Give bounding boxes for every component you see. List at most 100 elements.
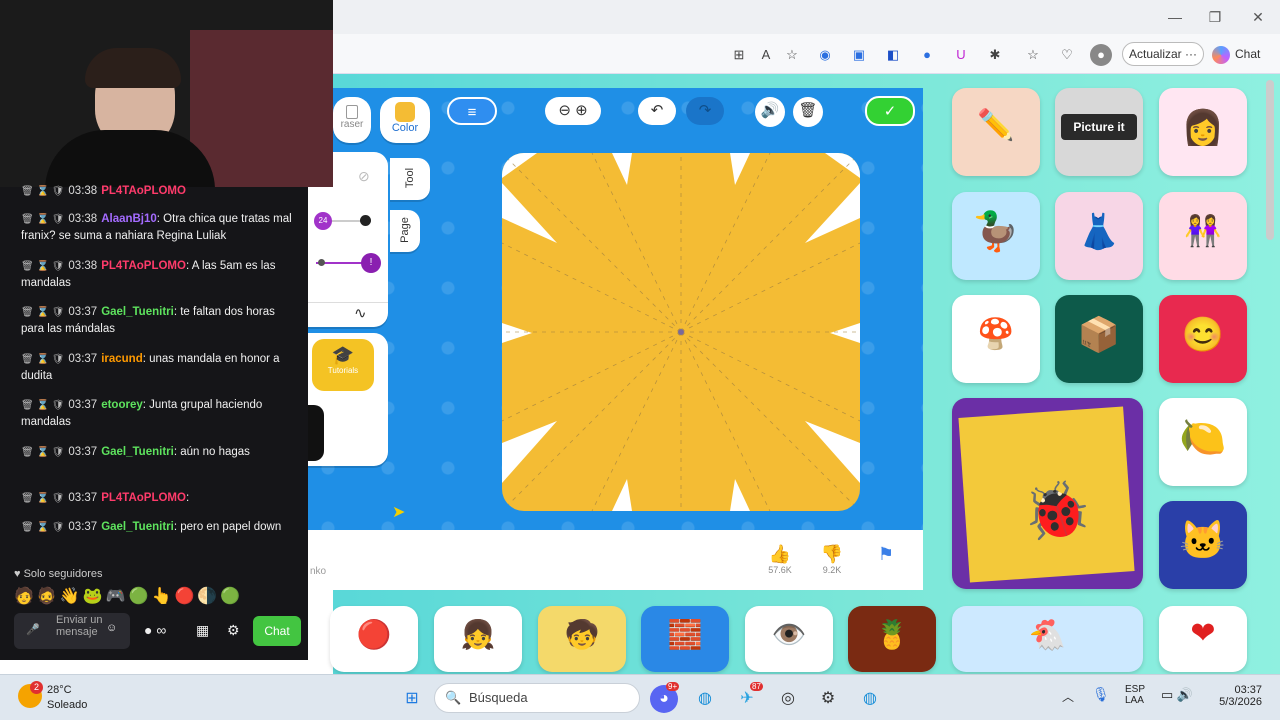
color-swatch-black[interactable] (308, 405, 324, 461)
author-text: nko (310, 566, 327, 577)
clock[interactable]: 03:37 5/3/2026 (1216, 684, 1262, 708)
microphone-icon[interactable]: 🎤 (26, 623, 40, 636)
opacity-slider-knob[interactable]: ! (361, 253, 381, 273)
ladybug-icon: 🐞 (1022, 479, 1092, 542)
store-icon[interactable]: ▦ (196, 622, 209, 639)
chat-message: 🗑 ⌛ 🛡 03:37 Gael_Tuenitri: te faltan dos h… (21, 306, 275, 335)
zoom-out-icon[interactable]: ⊖ (558, 102, 571, 119)
followers-only-notice: ♥ Solo seguidores (14, 568, 103, 580)
game-thumb-pixel-heart[interactable]: ❤ (1159, 606, 1247, 672)
size-slider-knob[interactable]: 24 (314, 212, 332, 230)
dot-icon (360, 215, 371, 226)
game-thumb-ladybug-featured[interactable]: 🐞 (952, 398, 1143, 589)
screenshot-icon[interactable]: ▣ (848, 44, 870, 66)
graduation-cap-icon: 🎓 (331, 345, 355, 365)
game-thumb-fruit[interactable]: 🍍 (848, 606, 936, 672)
game-thumb-chicken[interactable]: 🐔 (952, 606, 1143, 672)
edge-secondary-icon[interactable]: ◍ (856, 685, 884, 713)
game-thumb-duck[interactable]: 🦆 (952, 192, 1040, 280)
game-thumb-eye[interactable]: 👁️ (745, 606, 833, 672)
profile-avatar[interactable]: ● (1090, 44, 1112, 66)
game-thumb-box[interactable]: 📦 (1055, 295, 1143, 383)
apps-icon[interactable]: ⊞ (728, 44, 750, 66)
tutorials-panel: 🎓 Tutorials (308, 333, 388, 466)
drawing-canvas[interactable] (502, 153, 860, 511)
game-thumb-dressup[interactable]: 👗 (1055, 192, 1143, 280)
shield-extension-icon[interactable]: U (950, 44, 972, 66)
sound-button[interactable]: 🔊 (755, 97, 785, 127)
redo-button[interactable]: ↷ (686, 97, 724, 125)
microphone-tray-icon[interactable]: 🎙 (1092, 686, 1110, 703)
chat-message: 🗑 ⌛ 🛡 03:37 iracund: unas mandala en honor… (21, 353, 280, 382)
health-icon[interactable]: ♡ (1056, 44, 1078, 66)
copilot-icon (1212, 45, 1230, 64)
no-symbol-icon[interactable]: ⊘ (358, 168, 370, 185)
zoom-in-icon[interactable]: ⊕ (575, 102, 588, 119)
like-button[interactable]: 👍 57.6K (760, 544, 800, 575)
menu-button[interactable]: ≡ (447, 97, 497, 125)
game-thumb-hang[interactable]: 🧒 (538, 606, 626, 672)
obs-icon[interactable]: ◎ (774, 685, 802, 713)
game-thumb-witch-cat[interactable]: 🐱 (1159, 501, 1247, 589)
game-thumb-girl-makeover[interactable]: 👩 (1159, 88, 1247, 176)
game-thumb-fashion[interactable]: 👭 (1159, 192, 1247, 280)
record-icon[interactable]: ● (916, 44, 938, 66)
discord-badge: 9+ (666, 682, 680, 691)
settings-app-icon[interactable]: ⚙ (814, 685, 842, 713)
chat-message: 🗑 ⌛ 🛡 03:37 PL4TAoPLOMO: (21, 492, 190, 504)
language-indicator[interactable]: ESP LAA (1125, 684, 1145, 706)
game-thumb-lemon[interactable]: 🍋 (1159, 398, 1247, 486)
game-thumb-coloring-girl[interactable]: 👧 (434, 606, 522, 672)
game-thumb-rocket-draw[interactable]: ✏️ (952, 88, 1040, 176)
dislike-button[interactable]: 👎 9.2K (812, 544, 852, 575)
update-button[interactable]: Actualizar ··· (1122, 42, 1204, 66)
network-icon[interactable]: ▭ 🔊 (1161, 687, 1193, 703)
close-button[interactable]: ✕ (1243, 6, 1273, 28)
weather-temp[interactable]: 28°C (47, 684, 72, 696)
weather-desc[interactable]: Soleado (47, 699, 87, 711)
start-windows-icon[interactable]: ⊞ (398, 685, 426, 713)
read-aloud-icon[interactable]: A (755, 44, 777, 66)
page-tab[interactable]: Page (390, 210, 420, 252)
thumbs-down-icon: 👎 (820, 544, 844, 564)
wave-icon[interactable]: ∿ (354, 304, 367, 322)
favorites-icon[interactable]: ☆ (1022, 44, 1044, 66)
game-thumb-stack[interactable]: 🧱 (641, 606, 729, 672)
tutorials-button[interactable]: 🎓 Tutorials (312, 339, 374, 391)
tool-tab[interactable]: Tool (390, 158, 430, 200)
game-thumb-picture-it[interactable]: Picture it (1055, 88, 1143, 176)
game-thumb-emoji[interactable]: 😊 (1159, 295, 1247, 383)
chat-message: 🗑 ⌛ 🛡 03:37 etoorey: Junta grupal haciendo… (21, 399, 263, 428)
edge-browser-icon[interactable]: ◍ (691, 685, 719, 713)
minimize-button[interactable]: — (1160, 6, 1190, 28)
report-button[interactable]: ⚑ (866, 544, 906, 565)
chevron-up-icon[interactable]: ︿ (1062, 688, 1074, 705)
confirm-check-button[interactable]: ✓ (865, 96, 915, 126)
chat-input[interactable]: 🎤 Enviar un mensaje ☺ (14, 613, 130, 649)
eraser-tool[interactable]: raser (333, 97, 371, 143)
puzzle-icon[interactable]: ✱ (984, 44, 1006, 66)
settings-gear-icon[interactable]: ⚙ (227, 622, 240, 639)
color-tool[interactable]: Color (380, 97, 430, 143)
bits-icon[interactable]: ● ∞ (144, 622, 166, 638)
game-thumb-pixel-art[interactable]: 🍄 (952, 295, 1040, 383)
extension-icon[interactable]: ◉ (814, 44, 836, 66)
maximize-button[interactable]: ❐ (1200, 6, 1230, 28)
trash-button[interactable]: 🗑 (793, 97, 823, 127)
scrollbar[interactable] (1266, 80, 1274, 240)
flag-icon: ⚑ (877, 544, 895, 564)
extension-flag-icon[interactable]: ◧ (882, 44, 904, 66)
undo-button[interactable]: ↶ (638, 97, 676, 125)
copilot-chat-button[interactable]: Chat (1212, 42, 1272, 66)
game-info-bar: nko 👍 57.6K 👎 9.2K ⚑ (308, 530, 923, 590)
game-thumb-bubbles[interactable]: 🔴 (330, 606, 418, 672)
emote-bar[interactable]: 🧑🧔👋🐸🎮🟢👆🔴🌗🟢 (14, 586, 243, 606)
chat-message: 🗑 ⌛ 🛡 03:38 PL4TAoPLOMO (21, 185, 186, 197)
chat-send-button[interactable]: Chat (253, 616, 301, 646)
emoji-icon[interactable]: ☺ (106, 622, 117, 634)
favorite-star-icon[interactable]: ☆ (781, 44, 803, 66)
zoom-controls[interactable]: ⊖ ⊕ (545, 97, 601, 125)
chat-message: 🗑 ⌛ 🛡 03:37 Gael_Tuenitri: aún no hagas (21, 446, 250, 458)
thumbs-up-icon: 👍 (768, 544, 792, 564)
taskbar-search[interactable]: 🔍 Búsqueda (434, 683, 640, 713)
